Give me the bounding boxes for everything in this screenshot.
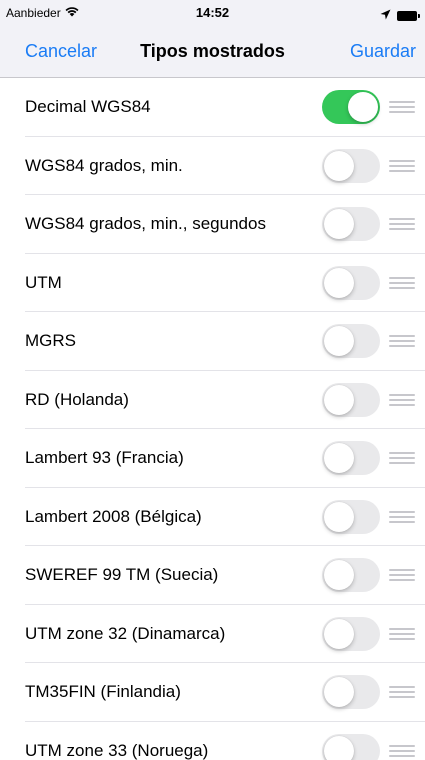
reorder-handle-icon[interactable] (389, 452, 415, 465)
reorder-handle-icon[interactable] (389, 335, 415, 348)
battery-icon (397, 11, 420, 21)
list-item-label: WGS84 grados, min., segundos (25, 214, 266, 234)
list-item-label: WGS84 grados, min. (25, 155, 183, 175)
list-item: WGS84 grados, min. (0, 137, 425, 196)
toggle-switch[interactable] (322, 324, 380, 359)
list-item: RD (Holanda) (0, 371, 425, 430)
list-item-label: SWEREF 99 TM (Suecia) (25, 565, 219, 585)
toggle-knob (324, 618, 354, 649)
list-item: UTM zone 32 (Dinamarca) (0, 605, 425, 664)
reorder-handle-icon[interactable] (389, 744, 415, 757)
toggle-knob (324, 560, 354, 591)
reorder-handle-icon[interactable] (389, 686, 415, 699)
toggle-switch[interactable] (322, 616, 380, 651)
toggle-knob (324, 150, 354, 181)
list-item: SWEREF 99 TM (Suecia) (0, 546, 425, 605)
status-right (380, 7, 420, 25)
toggle-knob (324, 326, 354, 357)
toggle-switch[interactable] (322, 675, 380, 710)
location-arrow-icon (380, 7, 391, 25)
list-item: Lambert 93 (Francia) (0, 429, 425, 488)
list-item: UTM zone 33 (Noruega) (0, 722, 425, 760)
reorder-handle-icon[interactable] (389, 159, 415, 172)
list-item-label: MGRS (25, 331, 76, 351)
reorder-handle-icon[interactable] (389, 569, 415, 582)
toggle-knob (324, 209, 354, 240)
list-item: Lambert 2008 (Bélgica) (0, 488, 425, 547)
toggle-switch[interactable] (322, 90, 380, 125)
save-button[interactable]: Guardar (350, 41, 416, 62)
toggle-knob (348, 92, 378, 123)
reorder-handle-icon[interactable] (389, 393, 415, 406)
clock: 14:52 (195, 5, 230, 20)
list-item: MGRS (0, 312, 425, 371)
toggle-knob (324, 384, 354, 415)
list-item-label: Lambert 2008 (Bélgica) (25, 506, 202, 526)
toggle-switch[interactable] (322, 441, 380, 476)
list-item: Decimal WGS84 (0, 78, 425, 137)
reorder-handle-icon[interactable] (389, 218, 415, 231)
reorder-handle-icon[interactable] (389, 627, 415, 640)
list-item-label: UTM (25, 272, 62, 292)
toggle-switch[interactable] (322, 382, 380, 417)
toggle-switch[interactable] (322, 499, 380, 534)
toggle-knob (324, 443, 354, 474)
toggle-switch[interactable] (322, 148, 380, 183)
toggle-switch[interactable] (322, 207, 380, 242)
toggle-knob (324, 501, 354, 532)
navigation-bar: Cancelar Tipos mostrados Guardar (0, 26, 425, 78)
toggle-knob (324, 677, 354, 708)
list-item-label: Lambert 93 (Francia) (25, 448, 184, 468)
list-item-label: Decimal WGS84 (25, 97, 151, 117)
list-item-label: UTM zone 32 (Dinamarca) (25, 623, 226, 643)
status-bar: Aanbieder 14:52 (0, 0, 425, 26)
list-item: WGS84 grados, min., segundos (0, 195, 425, 254)
list-item: TM35FIN (Finlandia) (0, 663, 425, 722)
toggle-switch[interactable] (322, 265, 380, 300)
toggle-knob (324, 735, 354, 760)
reorder-handle-icon[interactable] (389, 510, 415, 523)
reorder-handle-icon[interactable] (389, 101, 415, 114)
reorder-handle-icon[interactable] (389, 276, 415, 289)
screen: Aanbieder 14:52 Cancelar Tipos mostrados… (0, 0, 425, 760)
toggle-switch[interactable] (322, 733, 380, 760)
toggle-knob (324, 267, 354, 298)
coordinate-types-list: Decimal WGS84 WGS84 grados, min. WGS84 gra… (0, 78, 425, 760)
list-item-label: TM35FIN (Finlandia) (25, 682, 181, 702)
toggle-switch[interactable] (322, 558, 380, 593)
list-item-label: RD (Holanda) (25, 389, 129, 409)
cancel-button[interactable]: Cancelar (25, 41, 97, 62)
list-item: UTM (0, 254, 425, 313)
list-item-label: UTM zone 33 (Noruega) (25, 740, 209, 760)
